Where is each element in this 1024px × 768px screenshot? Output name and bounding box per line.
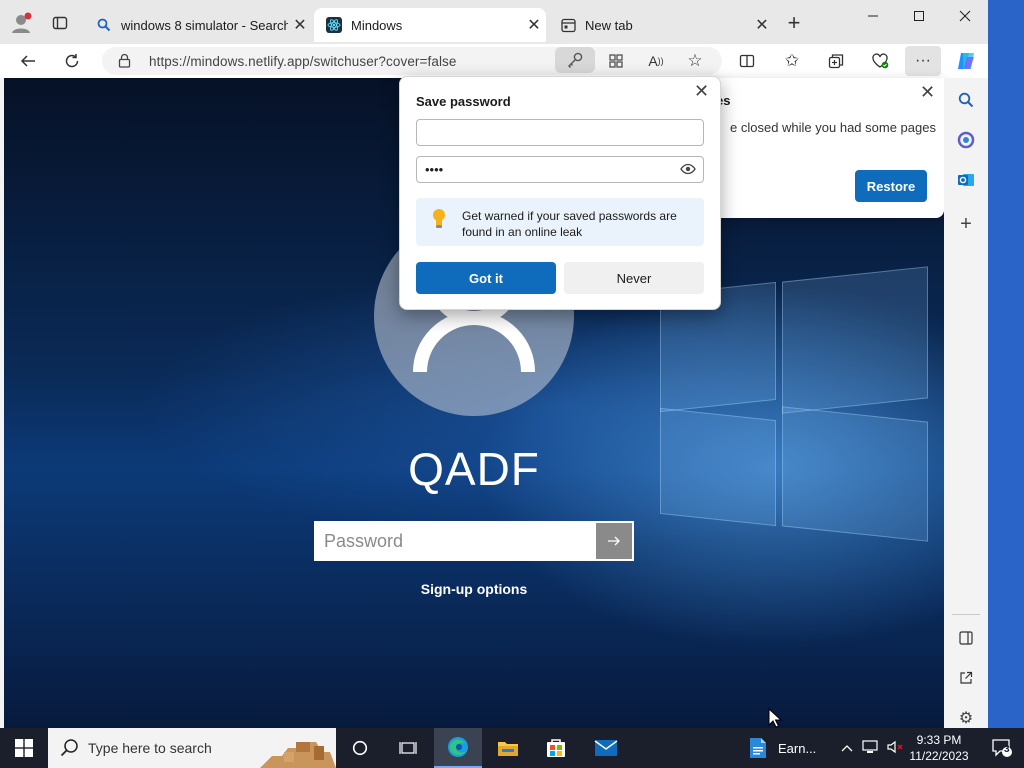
search-highlight-illustration [260, 728, 336, 768]
favorite-star-icon[interactable]: ☆ [681, 48, 709, 74]
minimize-button[interactable] [850, 0, 896, 32]
outlook-icon[interactable] [954, 168, 978, 192]
react-logo-icon [326, 17, 342, 33]
windows-logo-pane [782, 266, 928, 414]
lightbulb-icon [431, 208, 447, 235]
file-explorer-icon[interactable] [484, 728, 532, 768]
tab-actions-icon[interactable] [46, 10, 74, 36]
tab-mindows[interactable]: Mindows ✕ [314, 8, 546, 42]
password-input[interactable] [316, 523, 596, 559]
clock-time: 9:33 PM [916, 733, 962, 747]
restore-message: e closed while you had some pages [730, 120, 936, 135]
system-tray [836, 728, 908, 768]
tab-search[interactable]: windows 8 simulator - Search ✕ [84, 8, 312, 42]
favorites-icon[interactable]: ✩ [778, 48, 806, 74]
task-view-icon[interactable] [384, 728, 432, 768]
collections-icon[interactable] [822, 48, 850, 74]
never-button[interactable]: Never [564, 262, 704, 294]
desktop-background [988, 0, 1024, 728]
edge-sidebar: + ⚙ [944, 78, 988, 728]
sidebar-divider [952, 614, 980, 615]
windows-logo-icon [15, 739, 33, 757]
show-password-eye-icon[interactable] [680, 162, 696, 180]
leak-warning-banner: Get warned if your saved passwords are f… [416, 198, 704, 246]
lock-icon[interactable] [118, 53, 131, 73]
password-key-icon[interactable] [555, 47, 595, 73]
split-screen-icon[interactable] [733, 48, 761, 74]
new-tab-icon [560, 17, 576, 33]
close-tab-icon[interactable]: ✕ [288, 15, 312, 35]
maximize-button[interactable] [896, 0, 942, 32]
mouse-cursor-icon [768, 707, 783, 733]
close-window-button[interactable] [942, 0, 988, 32]
notification-center-icon[interactable]: 3 [980, 728, 1024, 768]
start-button[interactable] [0, 728, 48, 768]
volume-muted-icon[interactable] [887, 740, 903, 757]
tab-new-tab[interactable]: New tab ✕ [548, 8, 774, 42]
tab-strip: windows 8 simulator - Search ✕ Mindows ✕… [0, 0, 988, 44]
search-icon [60, 738, 80, 763]
more-options-icon[interactable]: ··· [905, 46, 941, 76]
username-field[interactable] [416, 119, 704, 146]
clock-date: 11/22/2023 [909, 749, 969, 763]
leak-warning-text: Get warned if your saved passwords are f… [462, 209, 677, 239]
copilot-icon[interactable] [952, 48, 980, 74]
save-password-title: Save password [416, 94, 511, 109]
password-field[interactable]: •••• [416, 156, 704, 183]
notification-count: 3 [1004, 744, 1010, 755]
taskbar: Type here to search Earn... 9:33 PM 11/2… [0, 728, 1024, 768]
earn-taskbar-item[interactable]: Earn... [744, 728, 828, 768]
url-text: https://mindows.netlify.app/switchuser?c… [149, 54, 457, 69]
document-icon [748, 737, 768, 762]
password-field-group [314, 521, 634, 561]
close-tab-icon[interactable]: ✕ [750, 15, 774, 35]
tab-title: Mindows [351, 17, 403, 33]
add-icon[interactable]: + [954, 212, 978, 236]
read-aloud-icon[interactable]: A)) [642, 48, 670, 74]
copilot-sidebar-icon[interactable] [954, 128, 978, 152]
taskbar-search-box[interactable]: Type here to search [48, 728, 336, 768]
tab-title: New tab [585, 17, 633, 33]
chevron-up-icon[interactable] [841, 741, 853, 755]
close-tab-icon[interactable]: ✕ [522, 15, 546, 35]
search-placeholder: Type here to search [88, 740, 212, 756]
hide-sidebar-icon[interactable] [954, 626, 978, 650]
browser-window: windows 8 simulator - Search ✕ Mindows ✕… [0, 0, 988, 728]
close-icon[interactable]: ✕ [694, 81, 709, 102]
search-icon[interactable] [954, 88, 978, 112]
clock[interactable]: 9:33 PM 11/22/2023 [904, 732, 974, 764]
browser-toolbar: https://mindows.netlify.app/switchuser?c… [0, 44, 988, 78]
got-it-button[interactable]: Got it [416, 262, 556, 294]
restore-button[interactable]: Restore [855, 170, 927, 202]
close-icon[interactable]: ✕ [920, 82, 935, 103]
refresh-button[interactable] [58, 48, 86, 74]
restore-pages-popup: es e closed while you had some pages ✕ R… [706, 78, 944, 218]
new-tab-button[interactable]: + [780, 10, 808, 36]
search-icon [96, 17, 112, 33]
settings-gear-icon[interactable]: ⚙ [954, 706, 978, 730]
edge-taskbar-icon[interactable] [434, 728, 482, 768]
cortana-icon[interactable] [336, 728, 384, 768]
browser-essentials-icon[interactable] [866, 48, 894, 74]
network-icon[interactable] [862, 739, 878, 757]
submit-arrow-button[interactable] [596, 523, 632, 559]
microsoft-store-icon[interactable] [532, 728, 580, 768]
back-button[interactable] [14, 48, 42, 74]
sign-up-options-link[interactable]: Sign-up options [4, 581, 944, 597]
profile-icon[interactable] [8, 10, 36, 36]
user-name: QADF [408, 443, 540, 495]
apps-icon[interactable] [602, 48, 630, 74]
tab-title: windows 8 simulator - Search [121, 17, 288, 33]
mail-icon[interactable] [582, 728, 630, 768]
open-external-icon[interactable] [954, 666, 978, 690]
earn-label: Earn... [778, 740, 817, 756]
save-password-popup: Save password ✕ •••• Get warned if your … [399, 76, 721, 310]
